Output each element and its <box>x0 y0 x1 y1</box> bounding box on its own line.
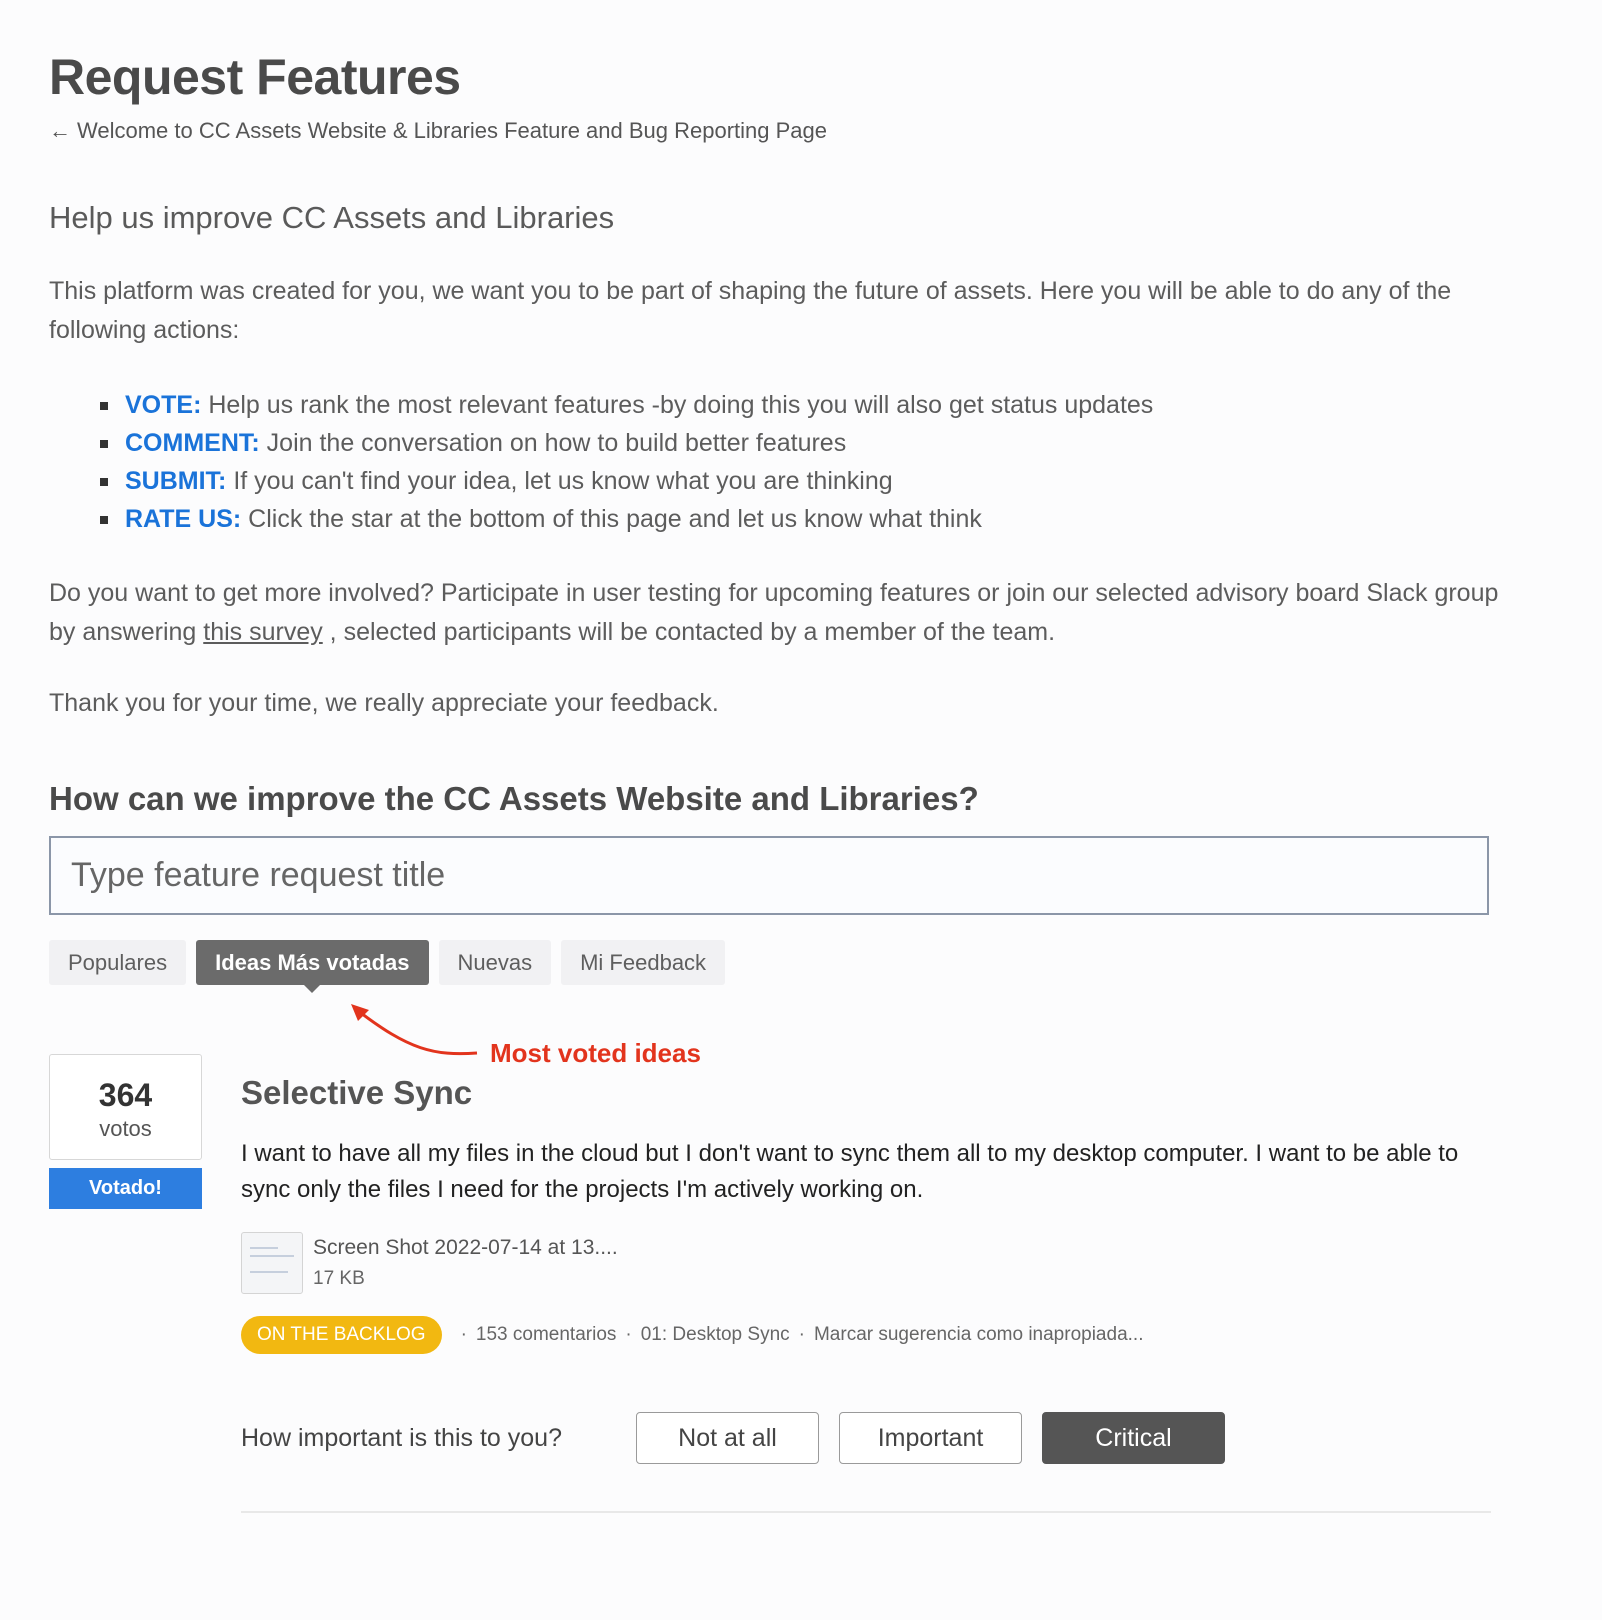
attachment-info: Screen Shot 2022-07-14 at 13.... 17 KB <box>313 1232 618 1294</box>
tab-label: Populares <box>68 949 168 975</box>
vote-count: 364 <box>98 1077 153 1113</box>
voted-button[interactable]: Votado! <box>49 1168 202 1209</box>
survey-link[interactable]: this survey <box>203 618 322 646</box>
importance-question: How important is this to you? <box>241 1423 562 1452</box>
back-link-label: Welcome to CC Assets Website & Libraries… <box>77 118 828 143</box>
vote-count-box: 364 votos <box>49 1054 202 1160</box>
divider <box>241 1511 1491 1513</box>
annotation-arrow-icon <box>351 1004 478 1056</box>
importance-important-button[interactable]: Important <box>839 1412 1022 1464</box>
idea-meta: ON THE BACKLOG · 153 comentarios · 01: D… <box>241 1316 1143 1354</box>
list-item: COMMENT: Join the conversation on how to… <box>49 424 1153 462</box>
bullet-icon <box>100 402 108 410</box>
bullet-icon <box>100 478 108 486</box>
thanks-text: Thank you for your time, we really appre… <box>49 689 719 717</box>
flag-link[interactable]: Marcar sugerencia como inapropiada... <box>814 1324 1144 1346</box>
comments-link[interactable]: 153 comentarios <box>476 1324 616 1346</box>
annotation-label: Most voted ideas <box>490 1038 701 1068</box>
page-title: Request Features <box>49 49 461 105</box>
attachment[interactable]: Screen Shot 2022-07-14 at 13.... 17 KB <box>241 1232 618 1294</box>
active-tab-caret-icon <box>304 985 321 993</box>
category-link[interactable]: 01: Desktop Sync <box>641 1324 790 1346</box>
search-box <box>49 836 1489 915</box>
tab-populares[interactable]: Populares <box>49 940 187 985</box>
attachment-name: Screen Shot 2022-07-14 at 13.... <box>313 1236 618 1259</box>
back-link[interactable]: ← Welcome to CC Assets Website & Librarie… <box>49 118 827 144</box>
intro-heading: Help us improve CC Assets and Libraries <box>49 200 615 235</box>
separator-dot: · <box>460 1324 467 1345</box>
idea-description: I want to have all my files in the cloud… <box>241 1140 1459 1203</box>
status-badge: ON THE BACKLOG <box>241 1316 442 1354</box>
vote-label: votos <box>99 1116 152 1141</box>
arrow-left-icon: ← <box>49 118 71 143</box>
tab-nuevas[interactable]: Nuevas <box>438 940 552 985</box>
tab-mi-feedback[interactable]: Mi Feedback <box>561 940 726 985</box>
bullet-icon <box>100 516 108 524</box>
importance-not-at-all-button[interactable]: Not at all <box>636 1412 819 1464</box>
action-keyword: RATE US: <box>125 505 242 533</box>
action-text: If you can't find your idea, let us know… <box>233 467 893 495</box>
feature-title-input[interactable] <box>51 838 1487 913</box>
involve-paragraph: Do you want to get more involved? Partic… <box>49 574 1529 652</box>
action-keyword: VOTE: <box>125 391 202 419</box>
list-item: RATE US: Click the star at the bottom of… <box>49 500 1153 538</box>
idea-tabs: Populares Ideas Más votadas Nuevas Mi Fe… <box>49 940 726 993</box>
attachment-thumbnail-icon <box>241 1232 303 1294</box>
attachment-size: 17 KB <box>313 1268 365 1289</box>
tab-label: Ideas Más votadas <box>215 949 410 975</box>
separator-dot: · <box>798 1324 805 1345</box>
tab-most-voted[interactable]: Ideas Más votadas <box>196 940 429 993</box>
action-text: Join the conversation on how to build be… <box>266 429 847 457</box>
feedback-heading: How can we improve the CC Assets Website… <box>49 780 979 817</box>
tab-label: Nuevas <box>457 949 533 975</box>
action-text: Click the star at the bottom of this pag… <box>248 505 982 533</box>
idea-card: Selective Sync I want to have all my fil… <box>241 1074 1491 1464</box>
separator-dot: · <box>625 1324 632 1345</box>
idea-title[interactable]: Selective Sync <box>241 1074 1491 1112</box>
bullet-icon <box>100 440 108 448</box>
importance-critical-button[interactable]: Critical <box>1042 1412 1225 1464</box>
tab-label: Mi Feedback <box>580 949 707 975</box>
involve-text-after: , selected participants will be contacte… <box>322 618 1056 646</box>
action-keyword: SUBMIT: <box>125 467 227 495</box>
action-keyword: COMMENT: <box>125 429 260 457</box>
list-item: VOTE: Help us rank the most relevant fea… <box>49 386 1153 424</box>
importance-rating: How important is this to you? Not at all… <box>241 1412 1245 1464</box>
intro-paragraph: This platform was created for you, we wa… <box>49 277 1452 344</box>
list-item: SUBMIT: If you can't find your idea, let… <box>49 462 1153 500</box>
actions-list: VOTE: Help us rank the most relevant fea… <box>49 386 1153 538</box>
action-text: Help us rank the most relevant features … <box>208 391 1154 419</box>
